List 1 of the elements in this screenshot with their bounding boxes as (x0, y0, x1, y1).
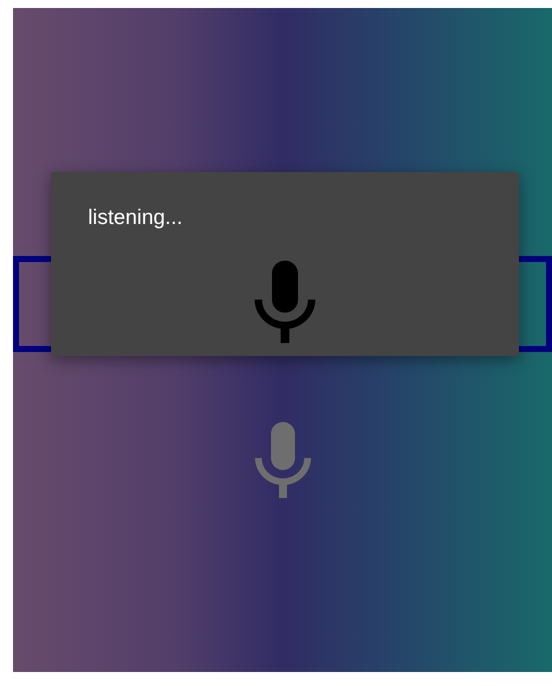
dialog-title: listening... (88, 205, 183, 231)
